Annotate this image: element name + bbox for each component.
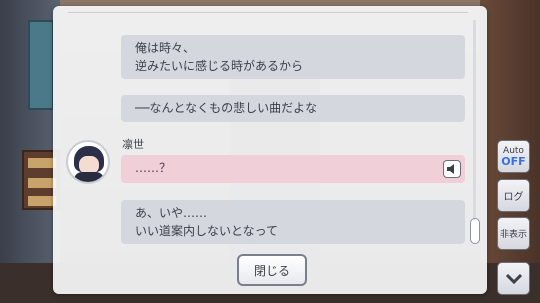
speaker-name: 凛世	[122, 138, 144, 151]
message-line: いい道案内しないとなって	[135, 224, 279, 238]
scroll-down-button[interactable]	[497, 262, 530, 295]
log-top-divider	[68, 12, 468, 13]
character-avatar	[66, 140, 110, 184]
message-line: ……？	[135, 161, 172, 175]
close-button[interactable]: 閉じる	[237, 254, 307, 286]
log-message: ──なんとなくもの悲しい曲だよな	[121, 95, 465, 122]
chevron-down-icon	[505, 273, 522, 284]
voice-replay-button[interactable]	[443, 160, 461, 178]
hide-ui-button[interactable]: 非表示	[497, 217, 530, 250]
log-message-highlighted: ……？	[121, 155, 465, 183]
log-message: あ、いや…… いい道案内しないとなって	[121, 200, 465, 244]
message-line: 逆みたいに感じる時があるから	[135, 59, 304, 73]
message-line: あ、いや……	[135, 206, 208, 220]
background-poster	[28, 20, 54, 110]
log-message: 俺は時々、 逆みたいに感じる時があるから	[121, 35, 465, 79]
auto-label: Auto	[503, 145, 524, 156]
auto-state: OFF	[501, 154, 526, 168]
scrollbar-track[interactable]	[473, 20, 476, 244]
message-line: ──なんとなくもの悲しい曲だよな	[135, 101, 318, 115]
auto-button[interactable]: Auto OFF	[497, 140, 530, 173]
scrollbar-thumb[interactable]	[470, 218, 480, 244]
log-button[interactable]: ログ	[497, 179, 530, 212]
speaker-icon	[447, 164, 454, 174]
message-line: 俺は時々、	[135, 41, 196, 55]
